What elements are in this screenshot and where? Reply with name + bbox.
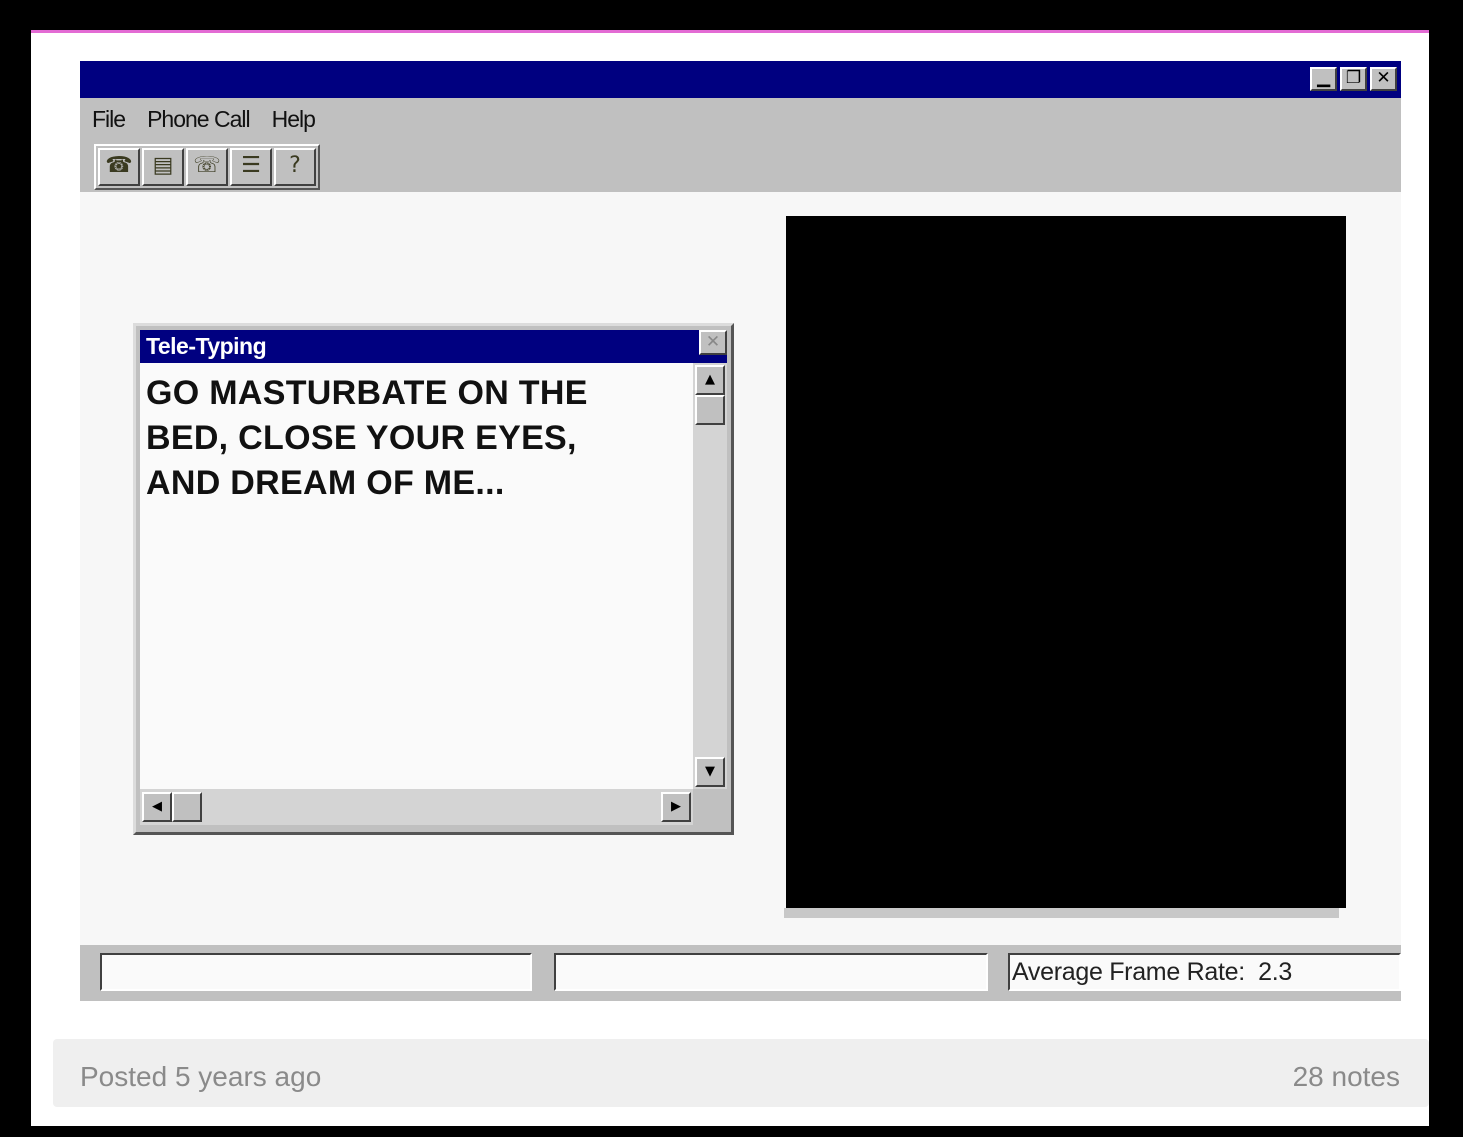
help-icon[interactable]: ? [274, 148, 316, 186]
scroll-left-arrow-icon[interactable]: ◀ [142, 792, 172, 822]
video-display [786, 216, 1346, 908]
close-button[interactable]: ✕ [1370, 67, 1397, 91]
resize-grip-icon[interactable] [693, 789, 727, 825]
tele-typing-message[interactable]: GO MASTURBATE ON THE BED, CLOSE YOUR EYE… [140, 363, 693, 789]
scroll-right-arrow-icon[interactable]: ▶ [661, 792, 691, 822]
toolbar: ☎ ▤ ☏ ☰ ? [94, 144, 320, 190]
phonebook-icon[interactable]: ▤ [142, 148, 184, 186]
hang-up-icon[interactable]: ☏ [186, 148, 228, 186]
status-panel-1 [100, 953, 532, 991]
menu-toolbar-area: File Phone Call Help ☎ ▤ ☏ ☰ ? [80, 98, 1401, 192]
menu-phone-call[interactable]: Phone Call [147, 106, 251, 133]
window-controls: ▁ ❐ ✕ [1310, 67, 1397, 91]
vertical-scroll-thumb[interactable] [695, 395, 725, 425]
dial-phone-icon[interactable]: ☎ [98, 148, 140, 186]
menu-file[interactable]: File [92, 106, 126, 133]
post-footer: Posted 5 years ago 28 notes [53, 1039, 1429, 1107]
menu-bar: File Phone Call Help [92, 106, 316, 133]
notes-count[interactable]: 28 notes [1293, 1061, 1400, 1093]
tele-typing-icon[interactable]: ☰ [230, 148, 272, 186]
videophone-app-window: ▁ ❐ ✕ File Phone Call Help ☎ ▤ ☏ ☰ ? Tel… [80, 61, 1401, 1001]
horizontal-scrollbar[interactable]: ◀ ▶ [140, 789, 693, 825]
tele-typing-window: Tele-Typing ✕ GO MASTURBATE ON THE BED, … [133, 323, 734, 835]
frame-rate-status: Average Frame Rate: 2.3 [1008, 953, 1401, 991]
status-panel-2 [554, 953, 988, 991]
minimize-button[interactable]: ▁ [1310, 67, 1337, 91]
scroll-down-arrow-icon[interactable]: ▼ [695, 757, 725, 787]
window-title-bar[interactable]: ▁ ❐ ✕ [80, 61, 1401, 98]
tele-typing-title[interactable]: Tele-Typing [140, 330, 727, 363]
post-timestamp[interactable]: Posted 5 years ago [80, 1061, 321, 1093]
horizontal-scroll-thumb[interactable] [172, 792, 202, 822]
tele-typing-close-button[interactable]: ✕ [699, 330, 727, 355]
video-frame-edge [784, 908, 1339, 918]
menu-help[interactable]: Help [272, 106, 316, 133]
post-card: ▁ ❐ ✕ File Phone Call Help ☎ ▤ ☏ ☰ ? Tel… [31, 30, 1429, 1126]
vertical-scrollbar[interactable]: ▲ ▼ [693, 363, 727, 789]
scroll-up-arrow-icon[interactable]: ▲ [695, 365, 725, 395]
status-bar: Average Frame Rate: 2.3 [80, 945, 1401, 1001]
restore-button[interactable]: ❐ [1340, 67, 1367, 91]
